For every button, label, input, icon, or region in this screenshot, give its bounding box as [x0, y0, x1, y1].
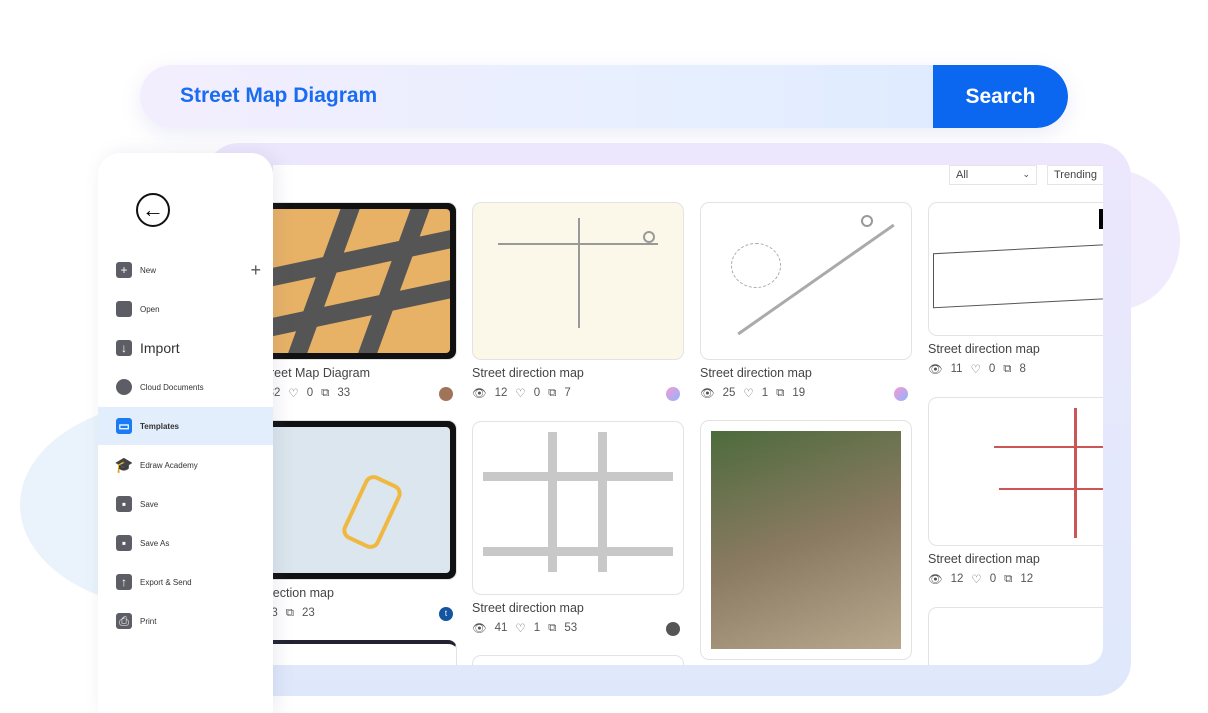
sort-select[interactable]: Trending — [1047, 165, 1103, 185]
avatar[interactable] — [439, 387, 453, 401]
copy-icon: ⧉ — [1004, 572, 1013, 585]
views-icon: 👁 — [700, 388, 715, 400]
template-card[interactable] — [700, 420, 912, 660]
sidebar-item-open[interactable]: Open — [98, 290, 273, 328]
export-icon: ↑ — [116, 574, 132, 590]
plus-icon[interactable]: + — [250, 260, 261, 281]
template-card[interactable]: et direction map ♡3⧉23 t — [273, 420, 457, 621]
copy-icon: ⧉ — [548, 386, 557, 399]
sidebar: ← + New + Open ↓ Import Cloud Documents ▭ Te… — [98, 153, 273, 713]
import-icon: ↓ — [116, 340, 132, 356]
templates-icon: ▭ — [116, 418, 132, 434]
template-card[interactable]: Street direction map 👁 12 ♡ 0 ⧉ 12 — [928, 397, 1103, 586]
views-icon: 👁 — [928, 364, 943, 376]
card-title: Street direction map — [472, 366, 584, 380]
sidebar-item-save-as[interactable]: ▪ Save As — [98, 524, 273, 562]
sidebar-item-new[interactable]: + New + — [98, 251, 273, 289]
card-title: Street direction map — [928, 342, 1040, 356]
views-icon: 👁 — [472, 388, 487, 400]
folder-icon — [116, 301, 132, 317]
copy-icon: ⧉ — [1003, 362, 1012, 375]
avatar[interactable] — [666, 387, 680, 401]
copy-icon: ⧉ — [776, 386, 785, 399]
heart-icon: ♡ — [971, 574, 982, 586]
save-icon: ▪ — [116, 496, 132, 512]
template-card[interactable]: Street direction map 👁 11 ♡ 0 ⧉ 8 — [928, 202, 1103, 376]
heart-icon: ♡ — [970, 364, 981, 376]
template-card[interactable] — [273, 640, 457, 665]
sidebar-item-cloud-documents[interactable]: Cloud Documents — [98, 368, 273, 406]
search-button[interactable]: Search — [933, 65, 1068, 128]
search-input[interactable]: Street Map Diagram — [180, 84, 377, 108]
back-arrow-icon[interactable]: ← — [136, 193, 170, 227]
search-bar[interactable]: Street Map Diagram Search — [140, 65, 1068, 128]
heart-icon: ♡ — [515, 623, 526, 635]
avatar[interactable] — [666, 622, 680, 636]
sidebar-item-print[interactable]: ⎙ Print — [98, 602, 273, 640]
category-value: All — [956, 169, 969, 181]
copy-icon: ⧉ — [285, 606, 294, 619]
card-title: Street direction map — [700, 366, 812, 380]
template-card[interactable] — [928, 607, 1103, 665]
category-select[interactable]: All ⌄ — [949, 165, 1037, 185]
avatar[interactable] — [894, 387, 908, 401]
cloud-icon — [116, 379, 132, 395]
sort-value: Trending — [1054, 169, 1098, 181]
views-icon: 👁 — [928, 574, 943, 586]
card-title: Street direction map — [928, 552, 1040, 566]
heart-icon: ♡ — [743, 388, 754, 400]
plus-square-icon: + — [116, 262, 132, 278]
template-card[interactable]: Street direction map 👁 25 ♡ 1 ⧉ 19 — [700, 202, 912, 401]
chevron-down-icon: ⌄ — [1022, 169, 1030, 179]
sidebar-item-import[interactable]: ↓ Import — [98, 329, 273, 367]
save-as-icon: ▪ — [116, 535, 132, 551]
card-title: Street direction map — [472, 601, 584, 615]
views-icon: 👁 — [472, 623, 487, 635]
heart-icon: ♡ — [288, 388, 299, 400]
template-card[interactable]: al Street Map Diagram 👁32♡0⧉33 — [273, 202, 457, 401]
avatar[interactable]: t — [439, 607, 453, 621]
card-title: al Street Map Diagram — [273, 366, 371, 380]
copy-icon: ⧉ — [321, 386, 330, 399]
copy-icon: ⧉ — [548, 621, 557, 634]
template-card[interactable]: Street direction map 👁 12 ♡ 0 ⧉ 7 — [472, 202, 684, 401]
card-title: et direction map — [273, 586, 334, 600]
template-card[interactable] — [472, 655, 684, 665]
template-gallery: All ⌄ Trending al Street Map Diagram 👁32♡… — [273, 165, 1103, 665]
sidebar-item-templates[interactable]: ▭ Templates — [98, 407, 273, 445]
sidebar-item-edraw-academy[interactable]: 🎓 Edraw Academy — [98, 446, 273, 484]
print-icon: ⎙ — [116, 613, 132, 629]
graduation-cap-icon: 🎓 — [114, 457, 134, 474]
template-card[interactable]: Street direction map 👁 41 ♡ 1 ⧉ 53 — [472, 421, 684, 636]
heart-icon: ♡ — [515, 388, 526, 400]
sidebar-item-save[interactable]: ▪ Save — [98, 485, 273, 523]
sidebar-item-export-send[interactable]: ↑ Export & Send — [98, 563, 273, 601]
